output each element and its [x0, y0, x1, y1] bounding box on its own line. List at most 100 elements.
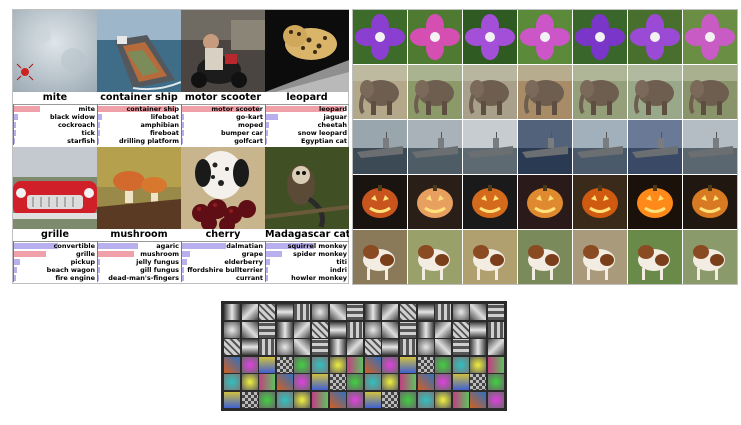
- kernel-tile: [347, 304, 364, 320]
- prediction-row: moped: [182, 121, 265, 129]
- prediction-bar: [98, 275, 99, 281]
- purple-flower-photo-icon: [353, 10, 407, 64]
- prediction-row: grape: [182, 250, 265, 258]
- kernel-tile: [452, 374, 469, 391]
- prediction-label: jaguar: [323, 113, 348, 121]
- prediction-row: tick: [14, 129, 97, 137]
- prediction-bar: [98, 259, 100, 265]
- prediction-label: gill fungus: [140, 266, 179, 274]
- prediction-label: dalmatian: [226, 242, 263, 250]
- prediction-label: snow leopard: [297, 129, 347, 137]
- kernel-tile: [241, 356, 258, 373]
- prediction-label: leopard: [319, 105, 347, 113]
- truth-label: motor scooter: [184, 92, 262, 103]
- example-lemur: Madagascar cat squirrel monkey spider monk…: [265, 147, 349, 283]
- prediction-row: ffordshire bullterrier: [182, 266, 265, 274]
- prediction-row: dead-man's-fingers: [98, 274, 181, 282]
- dalmatian-cherry-photo-icon: [181, 147, 265, 229]
- prediction-label: amphibian: [140, 121, 179, 129]
- kernel-tile: [470, 374, 487, 391]
- prediction-label: grille: [76, 250, 95, 258]
- kernel-tile: [400, 339, 416, 356]
- prediction-label: cockroach: [57, 121, 95, 129]
- prediction-label: pickup: [70, 258, 95, 266]
- prediction-row: dalmatian: [182, 242, 265, 250]
- prediction-bar: [266, 267, 268, 273]
- prediction-row: Egyptian cat: [266, 137, 349, 145]
- elephant-photo-icon: [628, 65, 682, 119]
- prediction-bar: [14, 259, 20, 265]
- kernel-tile: [488, 304, 504, 320]
- prediction-bar: [182, 114, 184, 120]
- truth-label: mite: [42, 92, 68, 103]
- prediction-bar: [14, 114, 18, 120]
- kernel-tile: [400, 392, 416, 408]
- kernel-tile: [312, 392, 328, 408]
- kernel-tile: [382, 356, 399, 373]
- prediction-bar: [14, 106, 40, 112]
- example-convertible-car: grille convertible grille pickup beach wagon…: [13, 147, 97, 283]
- kernel-tile: [312, 321, 328, 338]
- prediction-bar: [98, 122, 100, 128]
- purple-flower-photo-icon: [573, 10, 627, 64]
- dog-photo-icon: [463, 230, 517, 284]
- truth-label: mushroom: [110, 229, 168, 240]
- prediction-bar: [98, 138, 99, 144]
- jack-o-lantern-photo-icon: [518, 175, 572, 229]
- kernel-tile: [329, 374, 346, 391]
- prediction-bar: [182, 259, 187, 265]
- convertible-car-photo-icon: [13, 147, 97, 229]
- prediction-bar: [182, 138, 183, 144]
- prediction-row: convertible: [14, 242, 97, 250]
- prediction-label: squirrel monkey: [287, 242, 347, 250]
- kernel-tile: [364, 374, 381, 391]
- kernel-tile: [417, 374, 434, 391]
- kernel-tile: [294, 356, 311, 373]
- purple-flower-photo-icon: [408, 10, 462, 64]
- purple-flower-photo-icon: [683, 10, 737, 64]
- kernel-tile: [294, 392, 311, 408]
- kernel-tile: [329, 339, 346, 356]
- dog-photo-icon: [683, 230, 737, 284]
- prediction-label: bumper car: [220, 129, 263, 137]
- kernel-tile: [347, 392, 364, 408]
- predictions-list: leopard jaguar cheetah snow leopard Egyptian…: [265, 104, 349, 145]
- kernel-tile: [417, 339, 434, 356]
- dog-photo-icon: [628, 230, 682, 284]
- prediction-label: starfish: [67, 137, 95, 145]
- prediction-row: elderberry: [182, 258, 265, 266]
- prediction-row: mushroom: [98, 250, 181, 258]
- kernel-tile: [470, 356, 487, 373]
- prediction-label: go-kart: [236, 113, 263, 121]
- kernel-tile: [329, 321, 346, 338]
- predictions-list: dalmatian grape elderberry ffordshire bullt…: [181, 241, 265, 282]
- prediction-label: indri: [330, 266, 347, 274]
- jack-o-lantern-photo-icon: [408, 175, 462, 229]
- kernel-tile: [364, 339, 381, 356]
- kernel-tile: [452, 356, 469, 373]
- truth-label: cherry: [205, 229, 241, 240]
- prediction-label: fire engine: [55, 274, 95, 282]
- prediction-row: jelly fungus: [98, 258, 181, 266]
- prediction-row: howler monkey: [266, 274, 349, 282]
- prediction-bar: [266, 122, 269, 128]
- prediction-bar: [182, 267, 184, 273]
- prediction-row: currant: [182, 274, 265, 282]
- prediction-row: beach wagon: [14, 266, 97, 274]
- predictions-list: mite black widow cockroach tick starfish: [13, 104, 97, 145]
- prediction-label: fireboat: [149, 129, 179, 137]
- kernel-tile: [488, 321, 504, 338]
- prediction-label: currant: [235, 274, 263, 282]
- prediction-label: tick: [81, 129, 95, 137]
- kernel-tile: [294, 339, 311, 356]
- prediction-row: squirrel monkey: [266, 242, 349, 250]
- prediction-row: titi: [266, 258, 349, 266]
- prediction-bar: [98, 243, 138, 249]
- aircraft-carrier-photo-icon: [463, 120, 517, 174]
- aircraft-carrier-photo-icon: [573, 120, 627, 174]
- example-motor-scooter: motor scooter motor scooter go-kart moped bu…: [181, 10, 265, 146]
- prediction-row: cheetah: [266, 121, 349, 129]
- elephant-photo-icon: [518, 65, 572, 119]
- prediction-row: agaric: [98, 242, 181, 250]
- kernel-tile: [488, 356, 504, 373]
